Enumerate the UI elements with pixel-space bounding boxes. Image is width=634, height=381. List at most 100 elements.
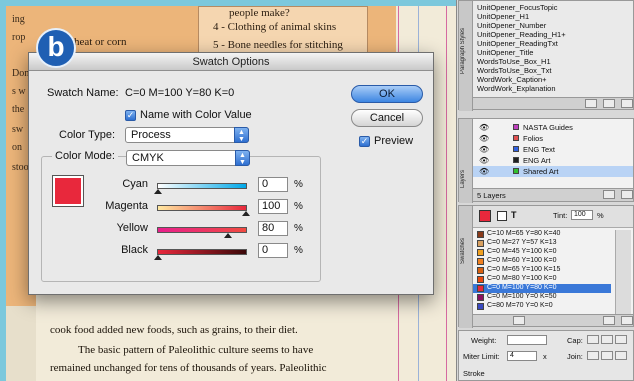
miter-join-icon[interactable] — [587, 351, 599, 360]
style-item[interactable]: WordWork_Explanation — [477, 84, 556, 93]
swatch-chip — [477, 285, 484, 292]
eye-icon[interactable]: 👁 — [479, 145, 489, 154]
magenta-slider[interactable] — [157, 205, 250, 216]
new-page-icon[interactable] — [603, 99, 615, 108]
cyan-slider[interactable] — [154, 183, 247, 194]
black-field[interactable]: 0 — [258, 243, 288, 258]
cyan-field[interactable]: 0 — [258, 177, 288, 192]
style-item[interactable]: WordsToUse_Box_Txt — [477, 66, 551, 75]
yellow-field[interactable]: 80 — [258, 221, 288, 236]
ok-button[interactable]: OK — [351, 85, 423, 103]
layer-name: ENG Text — [523, 145, 555, 154]
eye-icon[interactable]: 👁 — [479, 123, 489, 132]
color-type-label: Color Type: — [59, 129, 116, 141]
tab-paragraph-styles[interactable]: Paragraph Styles — [460, 11, 472, 91]
layer-row[interactable]: 👁 ENG Text — [473, 144, 633, 155]
magenta-slider-thumb[interactable] — [242, 211, 250, 216]
swatch-row[interactable]: C=80 M=70 Y=0 K=0 — [473, 302, 611, 311]
fill-swatch-icon[interactable] — [479, 210, 491, 222]
edge-word: sw — [12, 124, 24, 135]
tint-field[interactable]: 100 — [571, 210, 593, 220]
swatch-chip — [477, 303, 484, 310]
name-with-color-value-checkbox[interactable]: ✓ — [125, 110, 136, 121]
tab-swatches[interactable]: Swatches — [460, 226, 472, 276]
style-item[interactable]: WordsToUse_Box_H1 — [477, 57, 551, 66]
layer-row[interactable]: 👁 Folios — [473, 133, 633, 144]
body-line: remained unchanged for tens of thousands… — [50, 362, 327, 374]
style-item[interactable]: UnitOpener_Number — [477, 21, 546, 30]
swatch-row[interactable]: C=0 M=65 Y=100 K=15 — [473, 266, 611, 275]
black-unit: % — [294, 245, 303, 256]
yellow-slider[interactable] — [157, 227, 247, 238]
style-item[interactable]: UnitOpener_Title — [477, 48, 533, 57]
swatch-name: C=0 M=27 Y=57 K=13 — [487, 239, 557, 246]
yellow-slider-thumb[interactable] — [224, 233, 233, 238]
style-item[interactable]: UnitOpener_H1 — [477, 12, 529, 21]
swatch-row[interactable]: C=0 M=80 Y=100 K=0 — [473, 275, 611, 284]
swatch-name-label: Swatch Name: — [47, 87, 119, 99]
swatch-row[interactable]: C=0 M=100 Y=0 K=50 — [473, 293, 611, 302]
cancel-button[interactable]: Cancel — [351, 109, 423, 127]
black-slider[interactable] — [154, 249, 247, 260]
miter-limit-field[interactable]: 4 — [507, 351, 537, 361]
tint-label: Tint: — [553, 211, 568, 220]
swatches-scrollbar[interactable] — [615, 230, 631, 314]
new-layer-icon[interactable] — [603, 190, 615, 199]
tab-layers[interactable]: Layers — [460, 159, 472, 199]
layer-row-selected[interactable]: 👁 Shared Art — [473, 166, 633, 177]
black-slider-thumb[interactable] — [154, 255, 162, 260]
weight-field[interactable] — [507, 335, 547, 345]
trash-icon[interactable] — [621, 190, 633, 199]
new-style-button[interactable] — [585, 99, 597, 108]
layers-panel[interactable]: Layers 👁 NASTA Guides 👁 Folios 👁 ENG Tex… — [458, 118, 634, 203]
preview-label[interactable]: Preview — [374, 135, 413, 147]
swatch-name: C=0 M=100 Y=0 K=50 — [487, 293, 557, 300]
swatch-name-value[interactable]: C=0 M=100 Y=80 K=0 — [125, 87, 234, 99]
eye-icon[interactable]: 👁 — [479, 156, 489, 165]
stroke-tab-label[interactable]: Stroke — [463, 369, 485, 378]
cyan-slider-thumb[interactable] — [154, 189, 162, 194]
edge-word: ing — [12, 14, 25, 25]
butt-cap-icon[interactable] — [587, 335, 599, 344]
color-mode-select[interactable]: CMYK ▲ ▼ — [126, 150, 250, 166]
swatch-row[interactable]: C=0 M=45 Y=100 K=0 — [473, 248, 611, 257]
cyan-label: Cyan — [122, 178, 148, 190]
swatch-chip — [477, 294, 484, 301]
round-join-icon[interactable] — [601, 351, 613, 360]
layer-color-chip — [513, 157, 519, 163]
paragraph-styles-panel[interactable]: Paragraph Styles UnitOpener_FocusTopic U… — [458, 0, 634, 111]
swatch-row[interactable]: C=0 M=27 Y=57 K=13 — [473, 239, 611, 248]
eye-icon[interactable]: 👁 — [479, 167, 489, 176]
style-item[interactable]: UnitOpener_FocusTopic — [477, 3, 557, 12]
magenta-field[interactable]: 100 — [258, 199, 288, 214]
miter-x-label: x — [543, 352, 547, 361]
round-cap-icon[interactable] — [601, 335, 613, 344]
swatches-panel[interactable]: Swatches T Tint: 100 % C=10 M=65 Y=80 K=… — [458, 205, 634, 328]
swatch-row[interactable]: C=10 M=65 Y=80 K=40 — [473, 230, 611, 239]
name-with-color-value-label[interactable]: Name with Color Value — [140, 109, 252, 121]
projecting-cap-icon[interactable] — [615, 335, 627, 344]
trash-icon[interactable] — [621, 99, 633, 108]
layer-row[interactable]: 👁 ENG Art — [473, 155, 633, 166]
edge-word: stoo — [12, 162, 29, 173]
layer-row[interactable]: 👁 NASTA Guides — [473, 122, 633, 133]
style-item[interactable]: UnitOpener_ReadingTxt — [477, 39, 558, 48]
swatch-row[interactable]: C=0 M=60 Y=100 K=0 — [473, 257, 611, 266]
bevel-join-icon[interactable] — [615, 351, 627, 360]
stroke-panel[interactable]: Weight: Cap: Miter Limit: 4 x Join: Stro… — [458, 330, 634, 381]
style-item[interactable]: UnitOpener_Reading_H1+ — [477, 30, 566, 39]
layer-name: Folios — [523, 134, 544, 143]
dialog-title: Swatch Options — [29, 53, 433, 71]
show-all-icon[interactable] — [513, 316, 525, 325]
text-format-icon[interactable]: T — [511, 210, 517, 220]
stroke-swatch-icon[interactable] — [497, 211, 507, 221]
preview-checkbox[interactable]: ✓ — [359, 136, 370, 147]
eye-icon[interactable]: 👁 — [479, 134, 489, 143]
new-swatch-icon[interactable] — [603, 316, 615, 325]
panel-tab-strip: Paragraph Styles — [459, 1, 473, 111]
style-item[interactable]: WordWork_Caption+ — [477, 75, 547, 84]
color-type-select[interactable]: Process ▲ ▼ — [125, 127, 249, 143]
figure-badge: b — [36, 28, 76, 68]
trash-icon[interactable] — [621, 316, 633, 325]
swatch-row-selected[interactable]: C=0 M=100 Y=80 K=0 — [473, 284, 611, 293]
